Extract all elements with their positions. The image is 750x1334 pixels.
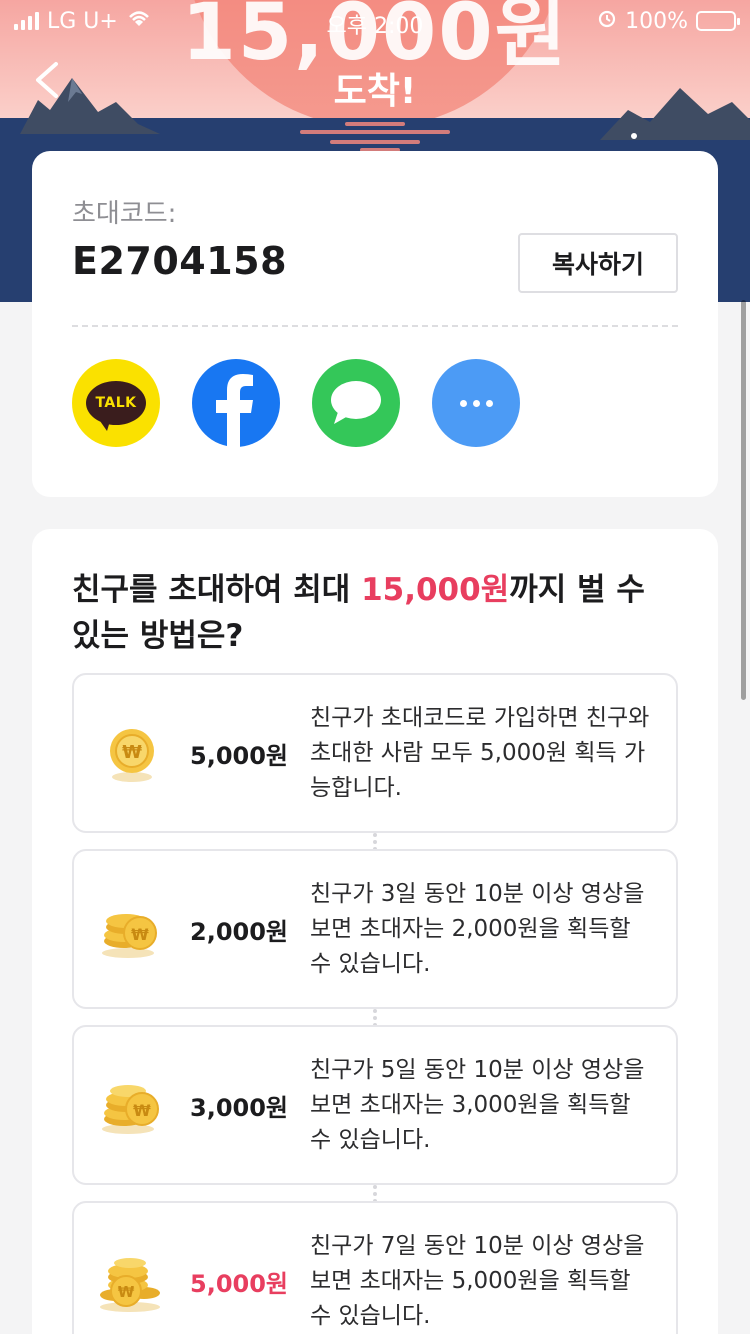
copy-button[interactable]: 복사하기: [518, 233, 678, 293]
reward-amount: 5,000원: [190, 741, 288, 770]
reward-description: 친구가 3일 동안 10분 이상 영상을 보면 초대자는 2,000원을 획득할…: [310, 881, 645, 977]
reward-description: 친구가 5일 동안 10분 이상 영상을 보면 초대자는 3,000원을 획득할…: [310, 1057, 645, 1153]
svg-text:₩: ₩: [118, 1283, 135, 1301]
message-icon: [331, 381, 381, 424]
coin-stack-icon: ₩: [102, 1085, 159, 1134]
svg-text:₩: ₩: [122, 742, 142, 763]
reward-amount: 3,000원: [190, 1093, 288, 1122]
svg-text:₩: ₩: [131, 925, 149, 944]
invite-code-label: 초대코드:: [72, 199, 177, 229]
back-button[interactable]: [28, 58, 68, 102]
share-kakaotalk-button[interactable]: TALK: [72, 359, 160, 447]
status-right: 100%: [597, 8, 740, 34]
battery-percent: 100%: [625, 8, 688, 34]
status-bar: LG U+ 오후 2:00 100%: [0, 0, 750, 40]
kakaotalk-icon: TALK: [86, 381, 146, 431]
reward-amount: 5,000원: [190, 1269, 288, 1298]
share-buttons: TALK: [72, 359, 520, 447]
mountain-right-illustration: [600, 88, 750, 140]
invite-code-value: E2704158: [72, 239, 288, 283]
scrollbar[interactable]: [741, 300, 746, 700]
reward-description: 친구가 7일 동안 10분 이상 영상을 보면 초대자는 5,000원을 획득할…: [310, 1233, 645, 1329]
coin-pile-icon: ₩: [100, 1258, 160, 1312]
kakaotalk-label: TALK: [95, 395, 137, 411]
reward-step-4: ₩ 5,000원 친구가 7일 동안 10분 이상 영상을 보면 초대자는 5,…: [72, 1201, 678, 1334]
invite-code-card: 초대코드: E2704158 복사하기 TALK: [32, 151, 718, 497]
reward-step-3: ₩ 3,000원 친구가 5일 동안 10분 이상 영상을 보면 초대자는 3,…: [72, 1025, 678, 1185]
more-icon: [459, 399, 493, 407]
single-coin-icon: ₩: [110, 729, 154, 782]
how-to-title-part1: 친구를 초대하여 최대: [72, 572, 362, 608]
battery-icon: [696, 11, 740, 31]
facebook-icon: [216, 374, 253, 447]
how-to-earn-card: 친구를 초대하여 최대 15,000원까지 벌 수 있는 방법은? ₩ 5,00…: [32, 529, 718, 1334]
reward-amount: 2,000원: [190, 917, 288, 946]
svg-text:₩: ₩: [133, 1101, 151, 1120]
alarm-icon: [597, 8, 617, 34]
divider: [72, 325, 678, 327]
how-to-title: 친구를 초대하여 최대 15,000원까지 벌 수 있는 방법은?: [72, 567, 682, 659]
share-facebook-button[interactable]: [192, 359, 280, 447]
share-more-button[interactable]: [432, 359, 520, 447]
reward-description: 친구가 초대코드로 가입하면 친구와 초대한 사람 모두 5,000원 획득 가…: [310, 705, 650, 801]
reward-step-2: ₩ 2,000원 친구가 3일 동안 10분 이상 영상을 보면 초대자는 2,…: [72, 849, 678, 1009]
share-message-button[interactable]: [312, 359, 400, 447]
coin-stack-icon: ₩: [102, 914, 157, 958]
how-to-title-highlight: 15,000원: [361, 572, 510, 608]
chevron-left-icon: [36, 62, 58, 98]
reward-step-1: ₩ 5,000원 친구가 초대코드로 가입하면 친구와 초대한 사람 모두 5,…: [72, 673, 678, 833]
